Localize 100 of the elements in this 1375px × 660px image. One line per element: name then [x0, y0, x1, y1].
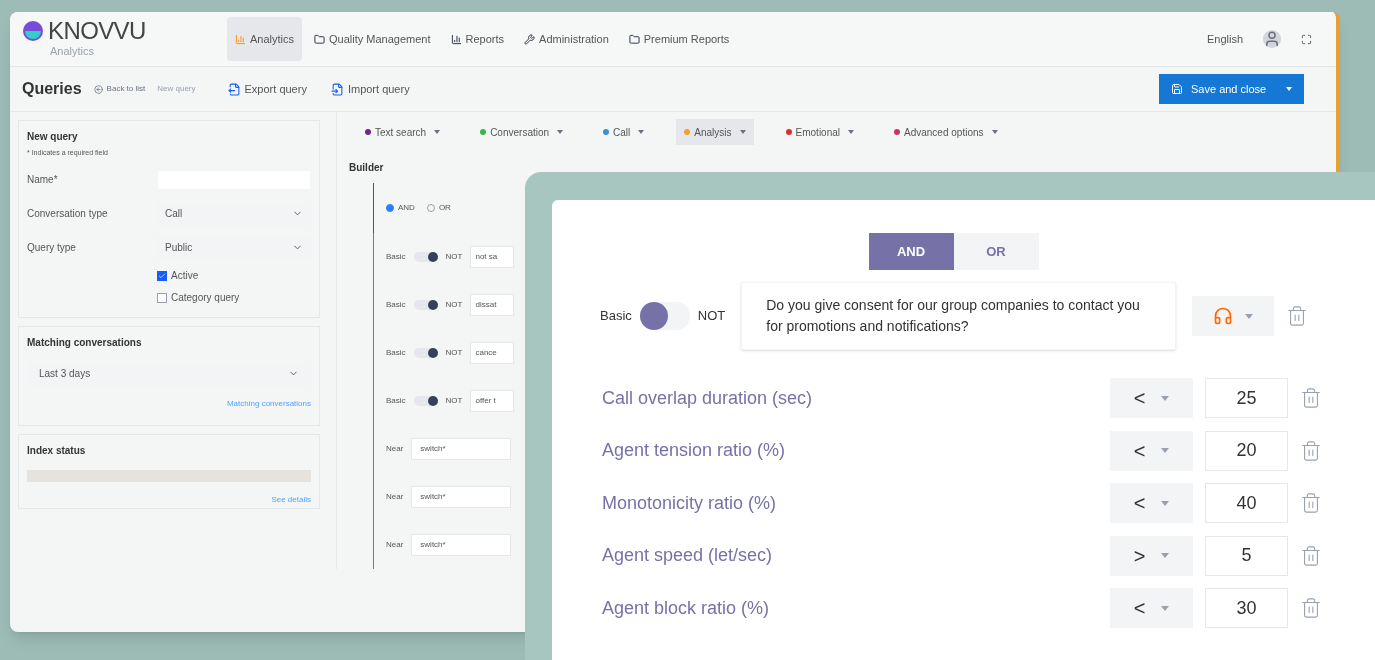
panel-title: New query	[27, 130, 79, 144]
nav-tab[interactable]: Analytics	[227, 17, 303, 61]
brand-name: KNOVVU	[48, 18, 146, 43]
caret-icon	[638, 130, 645, 134]
file-icon	[330, 82, 344, 96]
save-icon	[1171, 83, 1183, 95]
logo-icon	[22, 19, 44, 42]
mode-label: Near	[386, 491, 404, 503]
panel-title: Matching conversations	[27, 335, 143, 350]
mode-label: Basic	[386, 299, 406, 311]
caret-icon	[1161, 553, 1170, 559]
term-field[interactable]: switch*	[411, 486, 512, 508]
delete-icon[interactable]	[1300, 439, 1322, 462]
caret-icon	[557, 130, 564, 134]
filter-menu[interactable]: Text search	[357, 119, 449, 145]
mode-label: Basic	[600, 307, 632, 326]
nav-tab[interactable]: Administration	[516, 17, 617, 61]
delete-icon[interactable]	[1300, 597, 1322, 620]
not-label: NOT	[445, 251, 463, 263]
caret-icon	[848, 130, 854, 134]
caret-icon	[1161, 605, 1170, 611]
checkbox[interactable]	[157, 270, 167, 281]
headphones-icon	[1213, 306, 1234, 326]
toolbar-action[interactable]: Import query	[330, 80, 410, 98]
fullscreen-icon[interactable]	[1301, 33, 1312, 45]
operator-select[interactable]: >	[1110, 535, 1193, 576]
builder-title: Builder	[349, 161, 385, 175]
term-field[interactable]: cance	[470, 342, 515, 364]
operator-select[interactable]: <	[1110, 483, 1193, 524]
nav-icon	[524, 33, 536, 45]
not-label: NOT	[697, 307, 726, 326]
delete-icon[interactable]	[1300, 492, 1322, 515]
metric-label: Monotonicity ratio (%)	[602, 491, 778, 515]
operator-select[interactable]: <	[1110, 430, 1193, 471]
operator-select[interactable]: <	[1110, 378, 1193, 419]
delete-icon[interactable]	[1300, 387, 1322, 410]
filter-menu[interactable]: Analysis	[676, 119, 754, 145]
not-label: NOT	[445, 395, 463, 407]
delete-icon[interactable]	[1286, 305, 1309, 327]
toolbar-action[interactable]: Export query	[227, 80, 307, 98]
checkbox[interactable]	[157, 292, 167, 303]
logic-radio[interactable]: AND	[386, 202, 415, 214]
panel-title: Index status	[27, 443, 87, 458]
nav-tab[interactable]: Quality Management	[306, 17, 439, 61]
caret-icon	[1161, 500, 1170, 506]
filter-menu[interactable]: Emotional	[777, 119, 862, 145]
nav-tab[interactable]: Reports	[442, 17, 513, 61]
language-selector[interactable]: English	[1206, 30, 1243, 48]
logic-radio[interactable]: OR	[426, 202, 451, 214]
value-input[interactable]: 25	[1205, 378, 1288, 419]
mode-label: Basic	[386, 395, 406, 407]
metric-label: Agent speed (let/sec)	[602, 544, 774, 568]
checkbox-label: Category query	[171, 291, 240, 305]
value-input[interactable]: 30	[1205, 588, 1288, 629]
term-field[interactable]: switch*	[411, 534, 512, 556]
value-input[interactable]: 20	[1205, 430, 1288, 471]
not-label: NOT	[445, 299, 463, 311]
back-icon	[93, 84, 103, 94]
term-field[interactable]: offer t	[470, 390, 515, 412]
nav-icon	[450, 33, 462, 45]
caret-icon	[1245, 313, 1254, 319]
mode-label: Basic	[386, 251, 406, 263]
filter-menu[interactable]: Advanced options	[886, 119, 1006, 145]
nav-tab[interactable]: Premium Reports	[620, 17, 738, 61]
filter-menu[interactable]: Call	[595, 119, 653, 145]
mode-label: Basic	[386, 347, 406, 359]
avatar-icon[interactable]	[1263, 30, 1281, 48]
breadcrumb-current: New query	[157, 83, 196, 95]
logic-toggle[interactable]: OR	[953, 233, 1039, 270]
channel-select[interactable]	[1192, 296, 1275, 336]
caret-icon	[1161, 448, 1170, 454]
caret-icon	[434, 130, 441, 134]
term-field[interactable]: switch*	[411, 438, 512, 460]
toggle-switch[interactable]	[413, 252, 438, 262]
page-title: Queries	[22, 79, 82, 99]
value-input[interactable]: 40	[1205, 483, 1288, 524]
brand-subtitle: Analytics	[50, 43, 96, 59]
field-label: Conversation type	[27, 207, 109, 221]
not-toggle[interactable]	[639, 302, 690, 330]
field-label: Name*	[27, 173, 59, 187]
caret-icon	[1286, 87, 1292, 91]
mode-label: Near	[386, 539, 404, 551]
logic-toggle[interactable]: AND	[868, 233, 954, 270]
save-close-button[interactable]: Save and close	[1159, 74, 1304, 104]
operator-select[interactable]: <	[1110, 588, 1193, 629]
nav-icon	[235, 33, 246, 45]
value-input[interactable]: 5	[1205, 535, 1288, 576]
toggle-switch[interactable]	[413, 396, 438, 406]
toggle-switch[interactable]	[413, 348, 438, 358]
not-label: NOT	[445, 347, 463, 359]
filter-menu[interactable]: Conversation	[472, 119, 572, 145]
term-field[interactable]: dissat	[470, 294, 515, 316]
delete-icon[interactable]	[1300, 544, 1322, 567]
toggle-switch[interactable]	[413, 300, 438, 310]
nav-icon	[314, 33, 326, 45]
metric-label: Agent tension ratio (%)	[602, 439, 787, 463]
back-link[interactable]: Back to list	[93, 83, 146, 95]
mode-label: Near	[386, 443, 404, 455]
question-text: Do you give consent for our group companies to contact you for promotions and notifications?	[741, 282, 1177, 350]
term-field[interactable]: not sa	[470, 246, 515, 268]
